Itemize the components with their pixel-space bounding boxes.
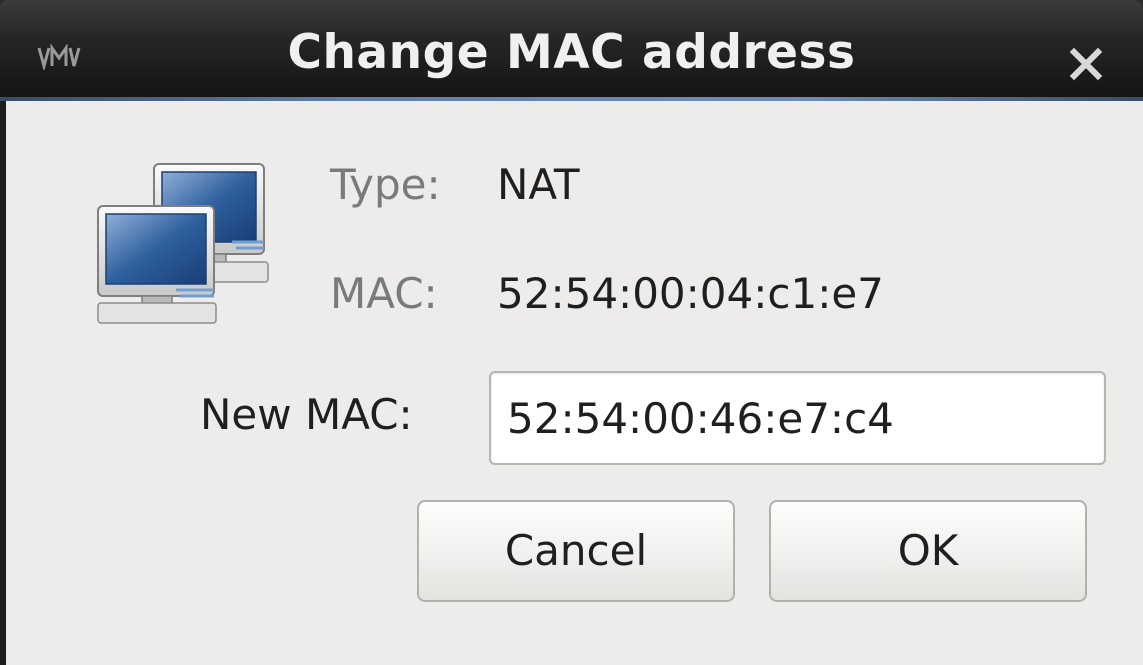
new-mac-label: New MAC: <box>200 390 413 439</box>
type-value: NAT <box>497 160 580 209</box>
mac-label: MAC: <box>330 269 438 318</box>
title-bar[interactable]: Change MAC address <box>0 0 1143 101</box>
new-mac-input[interactable] <box>489 371 1106 465</box>
close-icon[interactable] <box>1066 44 1106 84</box>
change-mac-dialog: Change MAC address Type: NAT MAC: 52:54:… <box>0 0 1143 665</box>
network-computers-icon <box>97 163 269 324</box>
type-label: Type: <box>330 160 441 209</box>
cancel-button[interactable]: Cancel <box>417 500 735 602</box>
dialog-title: Change MAC address <box>287 25 856 80</box>
mac-value: 52:54:00:04:c1:e7 <box>497 269 884 318</box>
ok-button[interactable]: OK <box>769 500 1087 602</box>
